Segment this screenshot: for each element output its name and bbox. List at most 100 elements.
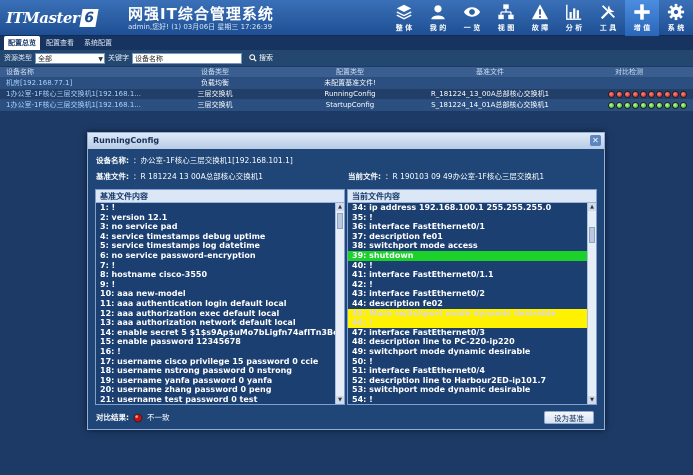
nav-overview[interactable]: 一 览: [455, 0, 489, 36]
logo-version: 6: [79, 9, 99, 27]
config-line: 11: aaa authentication login default loc…: [100, 298, 287, 308]
resource-type-select[interactable]: 全部 ▼: [35, 52, 105, 64]
scroll-up-icon[interactable]: ▲: [336, 203, 344, 211]
nav-analysis[interactable]: 分 析: [557, 0, 591, 36]
col-config-type[interactable]: 配置类型: [285, 67, 415, 77]
close-icon[interactable]: ✕: [590, 135, 601, 146]
nav-view[interactable]: 视 图: [489, 0, 523, 36]
scroll-down-icon[interactable]: ▼: [336, 396, 344, 404]
tab-config-overview[interactable]: 配置总览: [4, 36, 40, 50]
nav-label: 一 览: [463, 24, 481, 32]
search-button[interactable]: 搜索: [245, 53, 277, 64]
scroll-up-icon[interactable]: ▲: [588, 203, 596, 211]
scroll-thumb[interactable]: [337, 213, 343, 229]
layers-icon: [396, 4, 412, 20]
table-row[interactable]: 机房[192.168.77.1] 负载均衡 未配置基准文件!: [0, 78, 693, 89]
status-red-icon[interactable]: [664, 90, 671, 98]
nav-fault[interactable]: 故 障: [523, 0, 557, 36]
col-base-file[interactable]: 基准文件: [415, 67, 565, 77]
config-line: 34: ip address 192.168.100.1 255.255.255…: [352, 203, 552, 212]
mismatch-status-icon: [133, 413, 143, 422]
result-label: 对比结果:: [96, 413, 129, 422]
config-line: 36: interface FastEthernet0/1: [352, 222, 485, 232]
config-line: 21: username test password 0 test: [100, 394, 258, 404]
resource-type-value: 全部: [38, 54, 52, 63]
device-name[interactable]: 1办公室-1F核心三层交换机1[192.168.1...: [0, 89, 145, 99]
col-device-type[interactable]: 设备类型: [145, 67, 285, 77]
current-file-row: 当前文件: ：R 190103 09 49办公室-1F核心三层交换机1: [348, 171, 544, 182]
config-line: 38: switchport mode access: [352, 241, 478, 251]
tools-icon: [600, 5, 615, 20]
compare-result: 对比结果: 不一致: [96, 412, 170, 423]
warning-icon: [531, 4, 549, 20]
config-line-diff: 39: shutdown: [348, 250, 587, 261]
config-line: 47: interface FastEthernet0/3: [352, 327, 485, 337]
current-pane-scrollbar[interactable]: ▲ ▼: [587, 203, 596, 404]
user-icon: [431, 5, 445, 20]
nav-label: 故 障: [531, 24, 549, 32]
config-line: 8: hostname cisco-3550: [100, 270, 208, 280]
status-green-icon[interactable]: [640, 101, 647, 109]
nav-value-added[interactable]: 增 值: [625, 0, 659, 36]
status-red-icon[interactable]: [608, 90, 615, 98]
nav-label: 增 值: [633, 24, 651, 32]
nav-label: 分 析: [565, 24, 583, 32]
base-file-pane: 基准文件内容 1: ! 2: version 12.1 3: no service …: [95, 189, 345, 405]
col-device-name[interactable]: 设备名称: [0, 67, 145, 77]
nav-label: 视 图: [497, 24, 515, 32]
nav-system[interactable]: 系 统: [659, 0, 693, 36]
status-green-icon[interactable]: [680, 101, 687, 109]
user-info: admin,您好! (1) 03月06日 星期三 17:26:39: [128, 23, 273, 31]
nav-mine[interactable]: 我 的: [421, 0, 455, 36]
config-line: 16: !: [100, 346, 121, 356]
config-line: 17: username cisco privilege 15 password…: [100, 356, 319, 366]
base-file-content[interactable]: 1: ! 2: version 12.1 3: no service pad 4: s…: [96, 203, 335, 404]
config-line: 7: !: [100, 260, 116, 270]
status-red-icon[interactable]: [616, 90, 623, 98]
app-header: ITMaster 6 网强IT综合管理系统 admin,您好! (1) 03月0…: [0, 0, 693, 36]
table-row[interactable]: 1办公室-1F核心三层交换机1[192.168.1... 三层交换机 Start…: [0, 100, 693, 111]
nav-overall[interactable]: 整 体: [387, 0, 421, 36]
status-green-icon[interactable]: [624, 101, 631, 109]
config-line: 5: service timestamps log datetime: [100, 241, 260, 251]
search-icon: [249, 54, 257, 62]
status-red-icon[interactable]: [640, 90, 647, 98]
device-name[interactable]: 1办公室-1F核心三层交换机1[192.168.1...: [0, 100, 145, 110]
status-green-icon[interactable]: [632, 101, 639, 109]
base-pane-scrollbar[interactable]: ▲ ▼: [335, 203, 344, 404]
status-green-icon[interactable]: [664, 101, 671, 109]
config-line: 44: description fe02: [352, 298, 443, 308]
status-red-icon[interactable]: [624, 90, 631, 98]
table-row[interactable]: 1办公室-1F核心三层交换机1[192.168.1... 三层交换机 Runni…: [0, 89, 693, 100]
current-file-content[interactable]: 34: ip address 192.168.100.1 255.255.255…: [348, 203, 587, 404]
nav-tools[interactable]: 工 具: [591, 0, 625, 36]
col-compare-check[interactable]: 对比检测: [565, 67, 693, 77]
status-green-icon[interactable]: [616, 101, 623, 109]
tab-system-config[interactable]: 系统配置: [80, 36, 116, 50]
device-name-value: ：办公室-1F核心三层交换机1[192.168.101.1]: [133, 156, 293, 165]
status-green-icon[interactable]: [656, 101, 663, 109]
device-name[interactable]: 机房[192.168.77.1]: [0, 78, 145, 88]
config-line: 19: username yanfa password 0 yanfa: [100, 375, 273, 385]
main-nav: 整 体 我 的 一 览 视 图 故 障 分 析 工 具 增 值 系 统: [387, 0, 693, 36]
keyword-input[interactable]: 设备名称: [132, 52, 242, 64]
status-red-icon[interactable]: [648, 90, 655, 98]
status-green-icon[interactable]: [672, 101, 679, 109]
scroll-thumb[interactable]: [589, 227, 595, 243]
scroll-down-icon[interactable]: ▼: [588, 396, 596, 404]
status-green-icon[interactable]: [608, 101, 615, 109]
status-red-icon[interactable]: [672, 90, 679, 98]
status-red-icon[interactable]: [680, 90, 687, 98]
config-type: StartupConfig: [325, 101, 375, 109]
config-line: 42: !: [352, 279, 373, 289]
status-green-icon[interactable]: [648, 101, 655, 109]
set-as-base-button[interactable]: 设为基准: [544, 411, 594, 424]
config-line: 2: version 12.1: [100, 212, 168, 222]
config-line: 35: !: [352, 212, 373, 222]
config-line: 48: description line to PC-220-ip220: [352, 337, 515, 347]
status-red-icon[interactable]: [632, 90, 639, 98]
tab-config-view[interactable]: 配置查看: [42, 36, 78, 50]
nav-label: 我 的: [429, 24, 447, 32]
config-line: 52: description line to Harbour2ED-ip101…: [352, 375, 547, 385]
status-red-icon[interactable]: [656, 90, 663, 98]
